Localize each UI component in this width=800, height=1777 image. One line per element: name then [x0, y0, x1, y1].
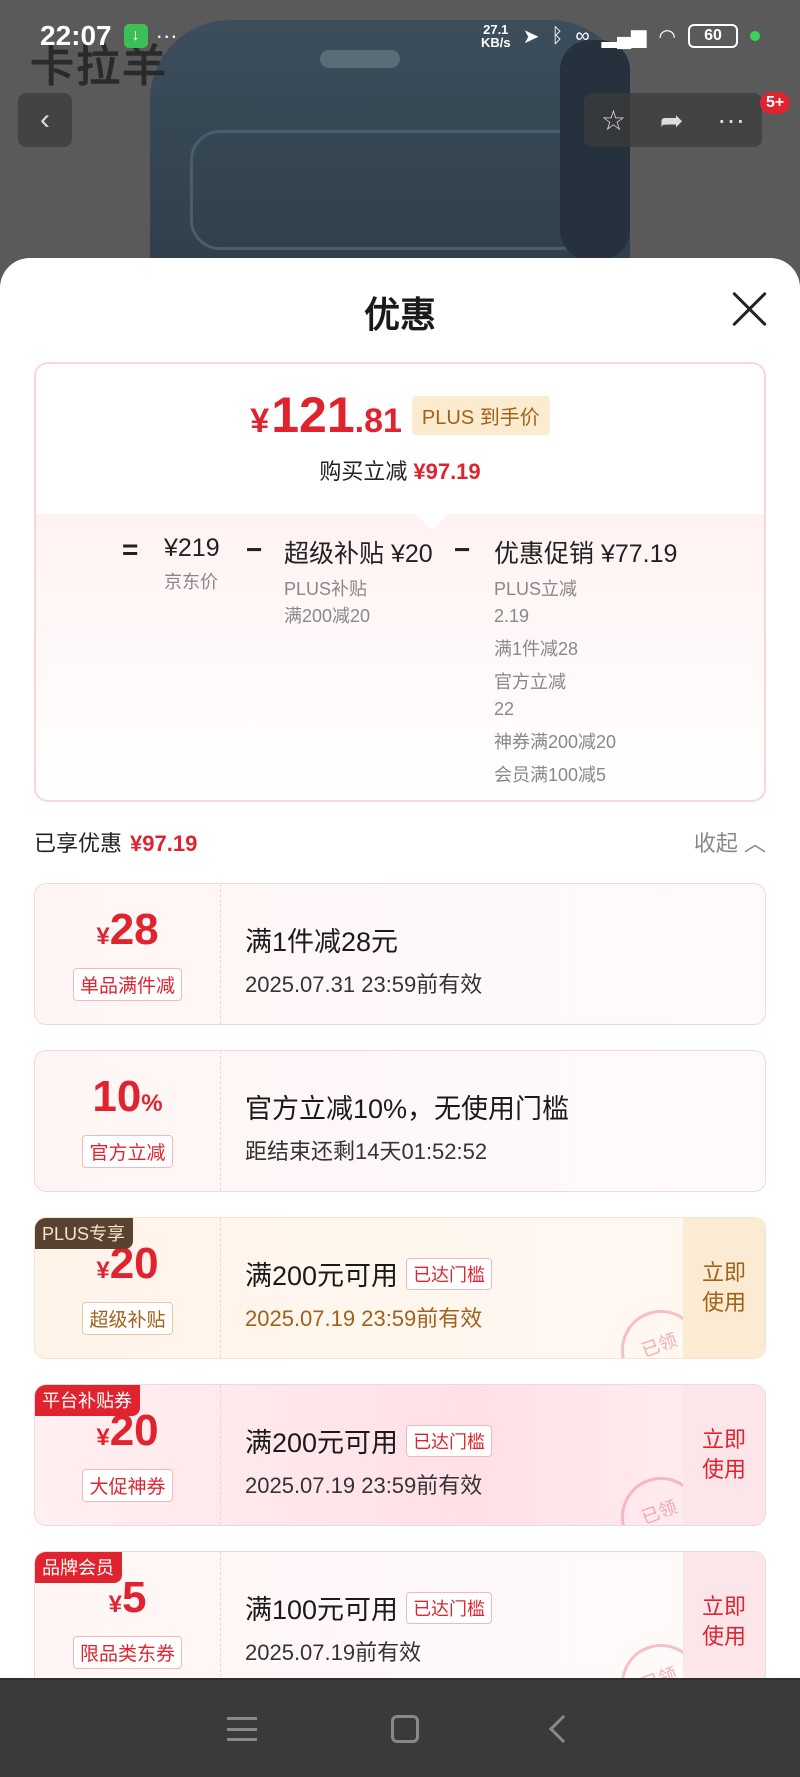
back-button[interactable]: ‹ — [18, 93, 72, 147]
battery-icon: 60 — [688, 24, 738, 48]
coupon-tag: 超级补贴 — [82, 1302, 173, 1335]
use-now-button[interactable]: 立即 使用 — [683, 1552, 765, 1678]
home-icon[interactable] — [391, 1714, 419, 1743]
bluetooth-icon: ᛒ — [551, 24, 564, 47]
promotion-block: 优惠促销 ¥77.19 PLUS立减 2.19 满1件减28 官方立减 22 神… — [494, 540, 678, 785]
minus-sign: − — [454, 534, 471, 565]
use-now-button[interactable]: 立即 使用 — [683, 1385, 765, 1525]
coupon-countdown: 距结束还剩14天01:52:52 — [245, 1139, 488, 1164]
coupon-title: 官方立减10%，无使用门槛 — [245, 1094, 570, 1124]
threshold-badge: 已达门槛 — [406, 1591, 493, 1624]
threshold-badge: 已达门槛 — [406, 1424, 493, 1457]
discount-sheet: 优惠 ¥121.81 PLUS 到手价 购买立减 ¥97.19 = ¥219 京东… — [0, 258, 800, 1678]
coupon-card: ¥20 大促神券 平台补贴券 满200元可用 已达门槛 2025.07.19 23… — [34, 1384, 766, 1526]
final-price: ¥121.81 PLUS 到手价 — [36, 386, 764, 444]
threshold-badge: 已达门槛 — [406, 1257, 493, 1290]
share-icon[interactable]: ➦ — [660, 104, 683, 137]
download-icon: ↓ — [123, 24, 148, 48]
coupon-title: 满1件减28元 — [245, 927, 399, 957]
sheet-title: 优惠 — [363, 294, 436, 335]
menu-icon[interactable] — [227, 1716, 257, 1741]
plus-price-tag: PLUS 到手价 — [411, 396, 550, 435]
coupon-corner-label: 品牌会员 — [35, 1552, 122, 1583]
price-summary-card: ¥121.81 PLUS 到手价 购买立减 ¥97.19 = ¥219 京东价 −… — [34, 362, 766, 802]
coupon-card: ¥20 超级补贴 PLUS专享 满200元可用 已达门槛 2025.07.19 2… — [34, 1217, 766, 1359]
favorite-star-icon[interactable]: ☆ — [601, 104, 626, 137]
coupon-card: ¥28 单品满件减 满1件减28元 2025.07.31 23:59前有效 — [34, 883, 766, 1025]
use-now-button[interactable]: 立即 使用 — [683, 1218, 765, 1358]
message-badge: 5+ — [760, 92, 791, 114]
system-navigation-bar — [0, 1680, 800, 1777]
coupon-tag: 限品类东券 — [72, 1636, 182, 1669]
collapse-button[interactable]: 收起 ︿ — [694, 826, 766, 858]
coupon-corner-label: PLUS专享 — [35, 1218, 134, 1249]
coupon-amount: ¥28 — [96, 905, 159, 954]
coupon-title: 满100元可用 已达门槛 — [245, 1588, 493, 1627]
top-action-group: ☆ ➦ ··· — [584, 93, 762, 147]
privacy-indicator — [750, 31, 760, 41]
network-speed: 27.1 KB/s — [480, 22, 511, 50]
coupon-validity: 2025.07.31 23:59前有效 — [245, 972, 483, 997]
wifi-icon: ◠ — [658, 25, 676, 48]
jd-price-block: ¥219 京东价 — [164, 534, 220, 592]
coupon-validity: 2025.07.19前有效 — [245, 1640, 422, 1665]
location-icon: ➤ — [522, 25, 540, 48]
coupon-tag: 官方立减 — [82, 1135, 173, 1168]
minus-sign: − — [246, 534, 263, 565]
close-icon[interactable] — [728, 288, 770, 330]
coupon-validity: 2025.07.19 23:59前有效 — [245, 1306, 483, 1331]
coupon-validity: 2025.07.19 23:59前有效 — [245, 1473, 483, 1498]
coupon-title: 满200元可用 已达门槛 — [245, 1421, 493, 1460]
more-icon[interactable]: ··· — [717, 104, 745, 136]
status-time: 22:07 — [40, 20, 112, 51]
total-reduction: 购买立减 ¥97.19 — [319, 459, 481, 484]
signal-icon: ▂▄▆ — [601, 25, 647, 48]
equals-sign: = — [122, 534, 139, 565]
super-subsidy-block: 超级补贴 ¥20 PLUS补贴 满200减20 — [284, 540, 433, 626]
coupon-amount: 10% — [92, 1072, 163, 1121]
coupon-tag: 单品满件减 — [72, 968, 182, 1001]
more-notifications-icon: ··· — [155, 23, 178, 48]
coupon-tag: 大促神券 — [82, 1469, 173, 1502]
coupon-title: 满200元可用 已达门槛 — [245, 1254, 493, 1293]
coupon-card: ¥5 限品类东券 品牌会员 满100元可用 已达门槛 2025.07.19前有效 … — [34, 1551, 766, 1678]
coupon-card: 10% 官方立减 官方立减10%，无使用门槛 距结束还剩14天01:52:52 — [34, 1050, 766, 1192]
enjoyed-discount: 已享优惠 ¥97.19 — [34, 831, 198, 856]
chevron-left-icon: ‹ — [40, 103, 50, 136]
nfc-icon: ∞ — [575, 24, 590, 47]
coupon-corner-label: 平台补贴券 — [35, 1385, 140, 1416]
product-image-strap — [560, 40, 630, 260]
back-icon[interactable] — [548, 1714, 578, 1743]
status-bar: 22:07 ↓ ··· 27.1 KB/s ➤ ᛒ ∞ ▂▄▆ ◠ 60 — [0, 0, 800, 72]
